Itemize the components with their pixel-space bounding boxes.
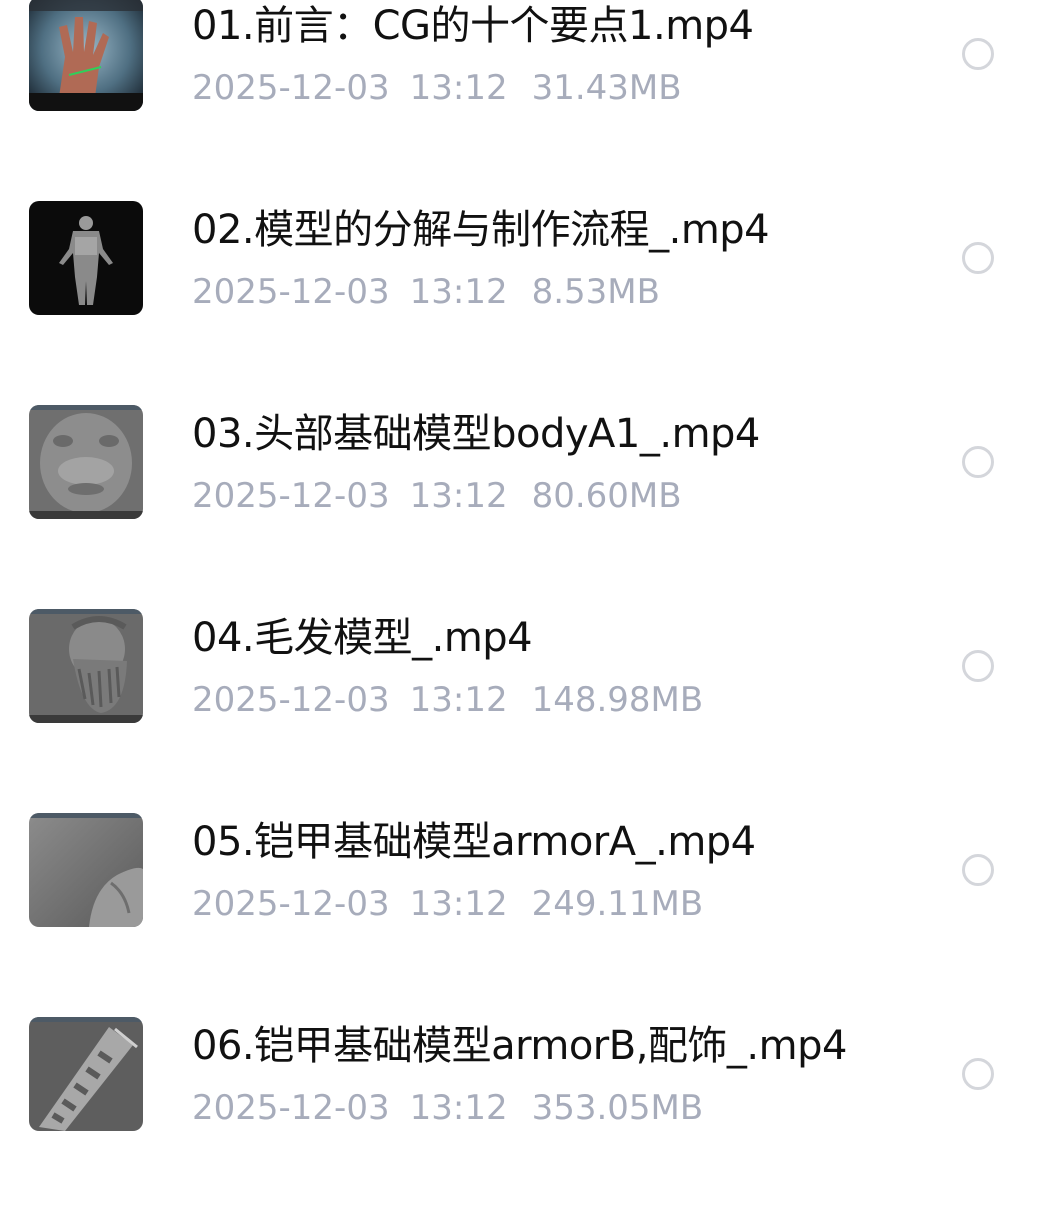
file-name: 05.铠甲基础模型armorA_.mp4 bbox=[192, 819, 756, 865]
select-radio[interactable] bbox=[962, 1058, 994, 1090]
file-date: 2025-12-03 bbox=[192, 680, 390, 720]
file-date: 2025-12-03 bbox=[192, 1088, 390, 1128]
file-name: 06.铠甲基础模型armorB,配饰_.mp4 bbox=[192, 1023, 847, 1069]
file-size: 249.11MB bbox=[531, 884, 704, 924]
file-size: 8.53MB bbox=[531, 272, 660, 312]
file-date: 2025-12-03 bbox=[192, 476, 390, 516]
file-time: 13:12 bbox=[409, 884, 508, 924]
video-thumbnail[interactable] bbox=[29, 609, 143, 723]
file-size: 80.60MB bbox=[531, 476, 682, 516]
file-list: 01.前言：CG的十个要点1.mp4 2025-12-03 13:12 31.43M… bbox=[0, 0, 1061, 1164]
video-thumbnail[interactable] bbox=[29, 0, 143, 111]
head-model-icon bbox=[29, 405, 143, 519]
select-radio[interactable] bbox=[962, 446, 994, 478]
video-thumbnail[interactable] bbox=[29, 201, 143, 315]
select-radio[interactable] bbox=[962, 854, 994, 886]
select-radio[interactable] bbox=[962, 650, 994, 682]
video-thumbnail[interactable] bbox=[29, 813, 143, 927]
file-time: 13:12 bbox=[409, 476, 508, 516]
file-row[interactable]: 01.前言：CG的十个要点1.mp4 2025-12-03 13:12 31.43M… bbox=[0, 0, 1061, 198]
file-meta: 2025-12-03 13:12 148.98MB bbox=[192, 680, 703, 720]
file-row[interactable]: 04.毛发模型_.mp4 2025-12-03 13:12 148.98MB bbox=[0, 606, 1061, 810]
video-thumbnail[interactable] bbox=[29, 405, 143, 519]
video-thumbnail[interactable] bbox=[29, 1017, 143, 1131]
select-radio[interactable] bbox=[962, 38, 994, 70]
file-name: 01.前言：CG的十个要点1.mp4 bbox=[192, 3, 754, 49]
torso-model-icon bbox=[29, 813, 143, 927]
file-name: 04.毛发模型_.mp4 bbox=[192, 615, 533, 661]
file-meta: 2025-12-03 13:12 8.53MB bbox=[192, 272, 660, 312]
file-time: 13:12 bbox=[409, 680, 508, 720]
file-size: 148.98MB bbox=[531, 680, 704, 720]
select-radio[interactable] bbox=[962, 242, 994, 274]
file-date: 2025-12-03 bbox=[192, 68, 390, 108]
hand-image-icon bbox=[29, 0, 143, 111]
file-meta: 2025-12-03 13:12 31.43MB bbox=[192, 68, 682, 108]
file-row[interactable]: 06.铠甲基础模型armorB,配饰_.mp4 2025-12-03 13:12 3… bbox=[0, 1014, 1061, 1218]
file-name: 03.头部基础模型bodyA1_.mp4 bbox=[192, 411, 760, 457]
file-meta: 2025-12-03 13:12 249.11MB bbox=[192, 884, 703, 924]
file-date: 2025-12-03 bbox=[192, 884, 390, 924]
file-time: 13:12 bbox=[409, 68, 508, 108]
file-name: 02.模型的分解与制作流程_.mp4 bbox=[192, 207, 770, 253]
file-row[interactable]: 03.头部基础模型bodyA1_.mp4 2025-12-03 13:12 80.6… bbox=[0, 402, 1061, 606]
file-row[interactable]: 02.模型的分解与制作流程_.mp4 2025-12-03 13:12 8.53MB bbox=[0, 198, 1061, 402]
bearded-head-icon bbox=[29, 609, 143, 723]
file-size: 31.43MB bbox=[531, 68, 682, 108]
armored-figure-icon bbox=[29, 201, 143, 315]
file-size: 353.05MB bbox=[531, 1088, 704, 1128]
file-meta: 2025-12-03 13:12 80.60MB bbox=[192, 476, 682, 516]
armor-piece-icon bbox=[29, 1017, 143, 1131]
file-meta: 2025-12-03 13:12 353.05MB bbox=[192, 1088, 703, 1128]
file-row[interactable]: 05.铠甲基础模型armorA_.mp4 2025-12-03 13:12 249.… bbox=[0, 810, 1061, 1014]
file-date: 2025-12-03 bbox=[192, 272, 390, 312]
file-time: 13:12 bbox=[409, 1088, 508, 1128]
file-time: 13:12 bbox=[409, 272, 508, 312]
